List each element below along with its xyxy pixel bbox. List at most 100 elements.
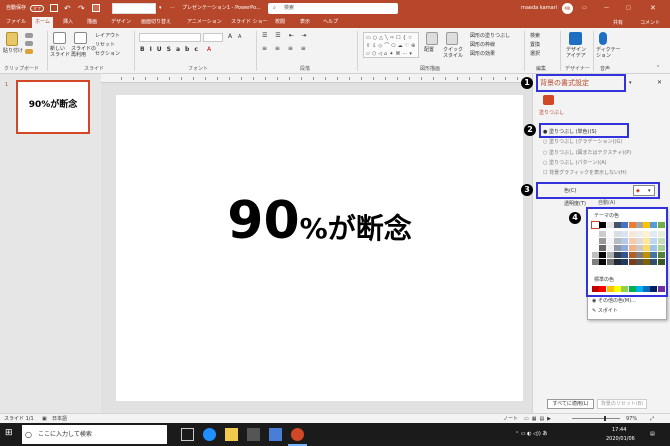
tab-animations[interactable]: アニメーション <box>184 17 225 28</box>
slide[interactable]: 90%が断念 <box>116 95 523 401</box>
redo-icon[interactable]: ↷ <box>78 0 85 17</box>
more-colors-option[interactable]: ◉ その他の色(M)... <box>592 298 636 305</box>
tab-insert[interactable]: 挿入 <box>60 17 76 28</box>
chevron-down-icon[interactable]: ▾ <box>159 0 162 17</box>
maximize-icon[interactable]: □ <box>626 0 631 17</box>
tab-review[interactable]: 校閲 <box>272 17 288 28</box>
share-label: 共有 <box>612 20 623 26</box>
collapse-ribbon-icon[interactable]: ⌃ <box>656 65 660 71</box>
zoom-slider-thumb[interactable] <box>604 416 606 421</box>
tab-slideshow[interactable]: スライド ショー <box>228 17 271 28</box>
font-size-select[interactable] <box>203 33 223 42</box>
minimize-icon[interactable]: — <box>604 0 609 17</box>
radio-picture[interactable]: ○ 塗りつぶし (図またはテクスチャ)(P) <box>543 150 631 157</box>
font-color-icon[interactable]: A <box>207 47 211 53</box>
tab-transitions[interactable]: 画面切り替え <box>138 17 174 28</box>
font-name-select[interactable] <box>139 33 201 42</box>
present-icon[interactable] <box>92 4 100 12</box>
avatar[interactable]: MK <box>562 3 573 14</box>
tab-help[interactable]: ヘルプ <box>320 17 341 28</box>
slide-title[interactable]: 90%が断念 <box>116 191 523 251</box>
autosave-toggle[interactable]: オフ <box>30 5 44 12</box>
separator <box>134 31 135 71</box>
reset-button[interactable]: リセット <box>95 42 115 48</box>
comment-button[interactable]: コメント <box>634 19 666 27</box>
list-buttons[interactable]: ☰ ☰ ⇤ ⇥ <box>262 33 310 39</box>
zoom-slider[interactable] <box>572 418 620 419</box>
auto-color-option[interactable]: 自動(A) <box>598 200 615 207</box>
replace-button[interactable]: 置換 <box>530 42 540 48</box>
windows-start-icon[interactable]: ⊞ <box>5 429 13 438</box>
ruler-tick <box>421 77 422 80</box>
shape-outline-button[interactable]: 図形の枠線 <box>470 42 495 48</box>
cut-icon[interactable] <box>25 33 33 38</box>
grow-font-icon[interactable]: A <box>228 34 232 40</box>
paste-icon[interactable] <box>6 32 18 46</box>
select-button[interactable]: 選択 <box>530 51 540 57</box>
ruler-tick <box>517 77 518 80</box>
ruler-tick <box>229 77 230 80</box>
slide-thumbnail[interactable]: 90%が断念 <box>16 80 90 134</box>
ribbon-options-icon[interactable]: ▭ <box>582 0 587 17</box>
edge-icon[interactable] <box>203 428 216 441</box>
search-box[interactable]: ⌕ 検索 <box>268 3 398 14</box>
shape-effect-button[interactable]: 図形の効果 <box>470 51 495 57</box>
save-icon[interactable] <box>50 4 58 12</box>
tab-view[interactable]: 表示 <box>297 17 313 28</box>
pane-close-icon[interactable]: ✕ <box>657 79 662 86</box>
thumbnail-text: 90%が断念 <box>28 100 78 110</box>
section-button[interactable]: セクション <box>95 51 120 57</box>
group-drawing: 図形描画 <box>420 66 441 72</box>
shapes-gallery[interactable]: ▭○△╲⇨☐{☆ ⇧⇩◇⌒⬠☁♡⊕ ▱⬡◁⌂✦⌘⋯▾ <box>363 32 419 58</box>
pane-menu-icon[interactable]: ▾ <box>629 80 632 87</box>
eyedropper-option[interactable]: ✎ スポイト <box>592 308 618 315</box>
shape-fill-button[interactable]: 図形の塗りつぶし <box>470 33 510 39</box>
powerpoint-icon[interactable] <box>291 428 304 441</box>
radio-pattern[interactable]: ○ 塗りつぶし (パターン)(A) <box>543 160 607 167</box>
layout-button[interactable]: レイアウト <box>95 33 120 39</box>
reuse-slide-icon[interactable] <box>74 32 87 44</box>
quick-access-dropdown[interactable] <box>112 3 156 14</box>
close-icon[interactable]: ✕ <box>650 0 656 17</box>
shrink-font-icon[interactable]: A <box>238 34 241 40</box>
highlight-box-1 <box>536 74 626 92</box>
checkbox-hide-graphics[interactable]: ☐ 背景グラフィックを表示しない(H) <box>543 170 627 177</box>
tab-home[interactable]: ホーム <box>32 17 53 28</box>
format-painter-icon[interactable] <box>25 49 33 54</box>
share-button[interactable]: 共有 <box>606 19 630 27</box>
tab-design[interactable]: デザイン <box>108 17 134 28</box>
design-ideas-icon[interactable] <box>569 32 582 45</box>
store-icon[interactable] <box>247 428 260 441</box>
taskbar-search-box[interactable]: ○ ここに入力して検索 <box>22 425 167 444</box>
apply-all-button[interactable]: すべてに適用(L) <box>547 399 594 409</box>
user-name: maeda kamari <box>521 5 558 11</box>
mail-icon[interactable] <box>269 428 282 441</box>
find-button[interactable]: 検索 <box>530 33 540 39</box>
search-placeholder: 検索 <box>284 5 295 11</box>
system-tray-icons[interactable]: ⌃ ▭ ◐ ◁)) あ <box>515 430 547 439</box>
separator <box>47 31 48 71</box>
task-view-icon[interactable] <box>181 428 194 441</box>
ruler-tick <box>433 77 434 80</box>
align-buttons[interactable]: ≡ ≡ ≡ ≡ <box>262 46 309 52</box>
tab-file[interactable]: ファイル <box>3 17 29 28</box>
reset-background-button[interactable]: 背景のリセット(B) <box>597 399 647 409</box>
customize-qat-icon[interactable]: ⋯ <box>170 0 175 17</box>
fill-bucket-icon[interactable] <box>543 95 554 105</box>
section-fill-header[interactable]: 塗りつぶし <box>539 110 564 117</box>
tab-draw[interactable]: 描画 <box>84 17 100 28</box>
quick-style-label: クイック スタイル <box>443 47 464 59</box>
notification-icon[interactable]: ▤ <box>650 430 655 439</box>
group-voice: 音声 <box>600 66 611 72</box>
arrange-icon[interactable] <box>426 32 438 45</box>
undo-icon[interactable]: ↶ <box>64 0 71 17</box>
microphone-icon[interactable] <box>599 32 607 45</box>
file-explorer-icon[interactable] <box>225 428 238 441</box>
quick-style-icon[interactable] <box>446 32 458 45</box>
ruler-tick <box>493 77 494 80</box>
radio-gradient[interactable]: ○ 塗りつぶし (グラデーション)(G) <box>543 139 622 146</box>
ruler-tick <box>325 77 326 80</box>
new-slide-icon[interactable] <box>53 32 66 44</box>
copy-icon[interactable] <box>25 41 33 46</box>
font-style-buttons[interactable]: BIUSabc <box>140 47 203 53</box>
